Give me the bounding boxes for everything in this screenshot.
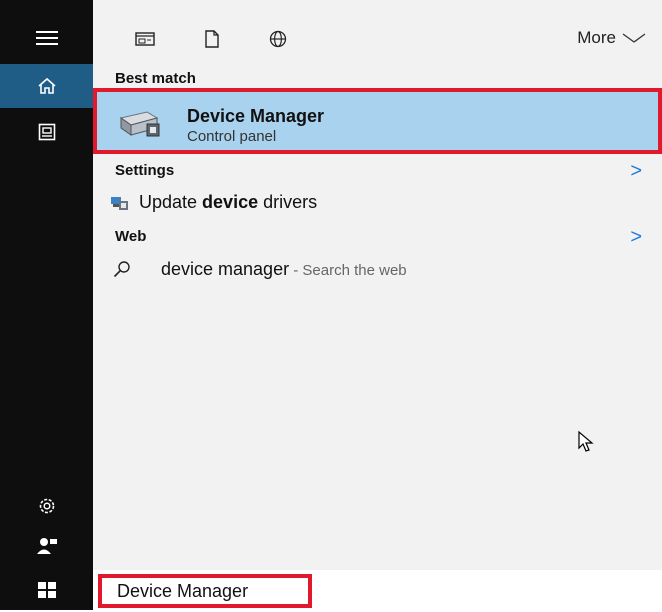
- web-filter-icon: [269, 30, 287, 48]
- web-hint-text: - Search the web: [289, 262, 407, 279]
- feedback-button[interactable]: [0, 524, 93, 568]
- documents-filter-button[interactable]: [199, 26, 225, 52]
- settings-more-button[interactable]: >: [630, 160, 642, 183]
- web-heading: Web: [115, 228, 147, 245]
- chevron-right-icon: >: [630, 226, 642, 248]
- chevron-down-icon: [622, 33, 646, 43]
- search-input[interactable]: [98, 574, 312, 608]
- best-match-subtitle: Control panel: [187, 128, 277, 145]
- update-device-drivers-label: Update device drivers: [139, 192, 317, 213]
- result-text-prefix: Update: [139, 192, 203, 212]
- search-bar: [93, 570, 662, 610]
- apps-filter-icon: [135, 32, 155, 46]
- filter-bar: More: [93, 0, 662, 64]
- notebook-icon: [38, 123, 55, 141]
- hamburger-icon: [35, 31, 58, 45]
- home-button[interactable]: [0, 64, 93, 108]
- settings-heading: Settings: [115, 162, 175, 179]
- web-search-label: device manager - Search the web: [161, 259, 407, 280]
- feedback-icon: [36, 538, 57, 554]
- best-match-title: Device Manager: [187, 106, 325, 126]
- hamburger-menu-button[interactable]: [0, 16, 93, 60]
- home-icon: [37, 77, 56, 94]
- start-rail: [0, 0, 93, 610]
- gear-icon: [39, 498, 54, 514]
- apps-filter-button[interactable]: [132, 26, 158, 52]
- update-device-drivers-result[interactable]: Update device drivers: [93, 188, 662, 218]
- web-query-text: device manager: [161, 259, 290, 279]
- documents-filter-icon: [205, 30, 219, 48]
- chevron-right-icon: >: [630, 160, 642, 182]
- more-label: More: [577, 28, 616, 47]
- device-manager-icon: [119, 111, 160, 137]
- web-filter-button[interactable]: [265, 26, 291, 52]
- search-icon: [113, 261, 130, 278]
- settings-button[interactable]: [0, 484, 93, 528]
- mouse-pointer-icon: [578, 430, 594, 452]
- search-results-panel: More Best match Device Manager Control p…: [93, 0, 662, 570]
- web-more-button[interactable]: >: [630, 226, 642, 249]
- more-filters-button[interactable]: More: [577, 28, 646, 48]
- device-drivers-icon: [111, 197, 128, 210]
- best-match-heading: Best match: [115, 70, 196, 87]
- result-text-suffix: drivers: [258, 192, 318, 212]
- windows-start-icon: [37, 582, 56, 598]
- start-button[interactable]: [0, 568, 93, 612]
- result-text-match: device: [202, 192, 259, 212]
- notebook-button[interactable]: [0, 110, 93, 154]
- best-match-result[interactable]: Device Manager Control panel: [93, 88, 662, 154]
- web-search-result[interactable]: device manager - Search the web: [93, 254, 662, 284]
